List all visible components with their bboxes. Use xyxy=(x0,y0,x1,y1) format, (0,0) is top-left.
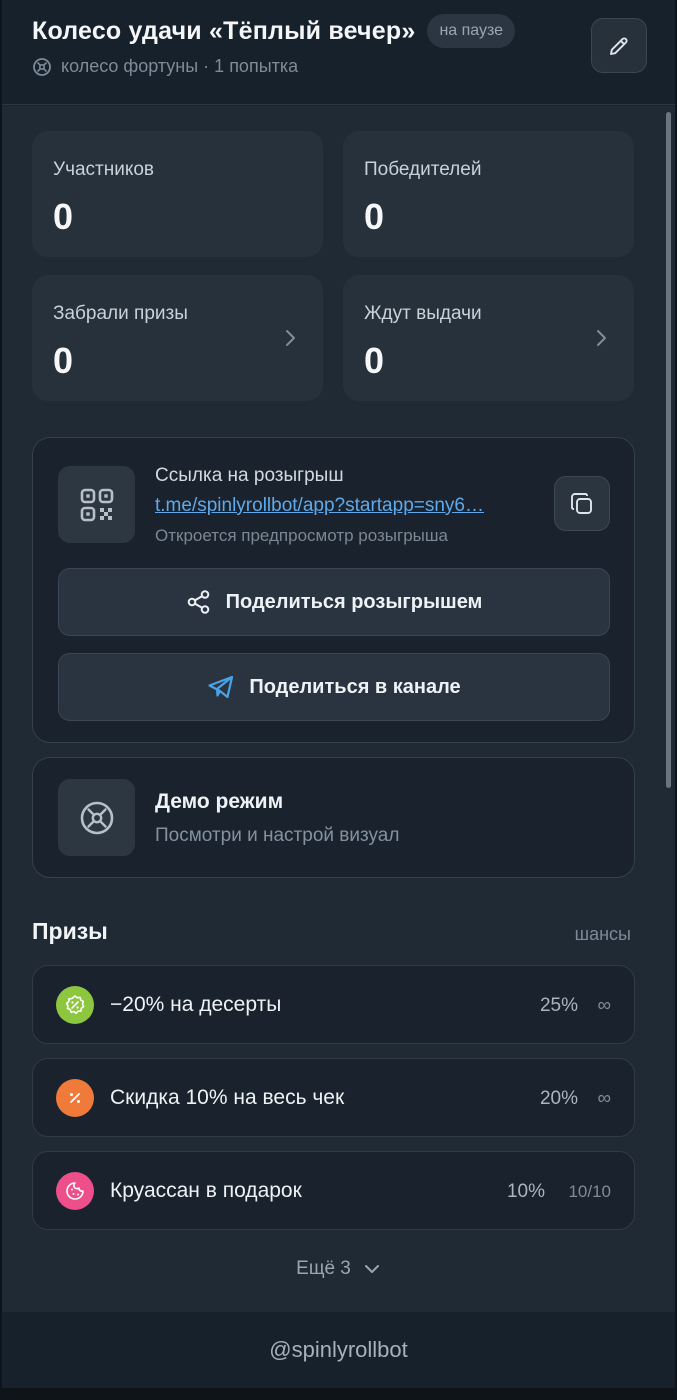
bot-handle[interactable]: @spinlyrollbot xyxy=(269,1337,408,1363)
stat-label: Участников xyxy=(53,159,155,180)
subtitle: колесо фортуны · 1 попытка xyxy=(32,56,298,77)
prize-chance: 25% xyxy=(539,995,578,1016)
chevron-right-icon xyxy=(592,327,612,349)
wheel-icon xyxy=(32,57,52,77)
prize-item[interactable]: −20% на десерты 25% ∞ xyxy=(32,965,635,1044)
share-in-channel-button[interactable]: Поделиться в канале xyxy=(58,653,610,721)
prize-limit: ∞ xyxy=(597,1088,611,1109)
qr-code-button[interactable] xyxy=(58,466,135,543)
scrollbar[interactable] xyxy=(666,112,671,788)
app-window: Колесо удачи «Тёплый вечер» на паузе кол… xyxy=(0,0,677,1400)
wheel-icon xyxy=(79,800,115,836)
share-icon xyxy=(186,589,212,615)
demo-icon-box xyxy=(58,779,135,856)
demo-mode-card[interactable]: Демо режим Посмотри и настрой визуал xyxy=(32,757,635,878)
stat-awaiting-delivery[interactable]: Ждут выдачи 0 xyxy=(343,275,634,401)
link-title: Ссылка на розыгрыш xyxy=(155,465,344,486)
subtitle-text: колесо фортуны · 1 попытка xyxy=(61,56,299,76)
chevron-right-icon xyxy=(281,327,301,349)
show-more-label: Ещё 3 xyxy=(296,1258,351,1279)
status-badge: на паузе xyxy=(427,14,516,48)
telegram-icon xyxy=(207,674,235,700)
stat-value: 0 xyxy=(53,340,74,381)
prize-name: −20% на десерты xyxy=(110,993,282,1016)
share-in-channel-label: Поделиться в канале xyxy=(249,675,461,698)
footer: @spinlyrollbot xyxy=(2,1312,675,1388)
share-giveaway-label: Поделиться розыгрышем xyxy=(225,590,483,613)
prize-chance: 10% xyxy=(506,1181,545,1202)
stat-claimed-prizes[interactable]: Забрали призы 0 xyxy=(32,275,323,401)
prize-limit: ∞ xyxy=(597,995,611,1016)
prize-item[interactable]: Круассан в подарок 10% 10/10 xyxy=(32,1151,635,1230)
stat-value: 0 xyxy=(364,196,385,237)
share-link-url[interactable]: t.me/spinlyrollbot/app?startapp=sny6… xyxy=(155,495,527,517)
qr-code-icon xyxy=(79,487,115,523)
stat-value: 0 xyxy=(364,340,385,381)
prize-name: Скидка 10% на весь чек xyxy=(110,1086,345,1109)
link-hint: Откроется предпросмотр розыгрыша xyxy=(155,526,448,545)
prize-name: Круассан в подарок xyxy=(110,1179,302,1202)
prize-chance: 20% xyxy=(539,1088,578,1109)
copy-icon xyxy=(569,491,595,517)
share-giveaway-button[interactable]: Поделиться розыгрышем xyxy=(58,568,610,636)
page-title: Колесо удачи «Тёплый вечер» xyxy=(32,16,416,45)
pencil-icon xyxy=(607,34,631,58)
chevron-down-icon xyxy=(363,1260,381,1278)
demo-subtitle: Посмотри и настрой визуал xyxy=(155,825,400,846)
stat-participants: Участников 0 xyxy=(32,131,323,257)
stat-label: Победителей xyxy=(364,159,482,180)
prize-limit: 10/10 xyxy=(568,1182,611,1201)
chances-label: шансы xyxy=(574,924,631,944)
percent-icon xyxy=(56,1079,94,1117)
bottom-strip xyxy=(2,1388,675,1400)
header: Колесо удачи «Тёплый вечер» на паузе кол… xyxy=(2,0,675,105)
edit-button[interactable] xyxy=(591,18,647,73)
show-more-button[interactable]: Ещё 3 xyxy=(2,1258,675,1280)
copy-link-button[interactable] xyxy=(554,476,610,531)
stat-winners: Победителей 0 xyxy=(343,131,634,257)
stat-label: Забрали призы xyxy=(53,303,188,324)
demo-title: Демо режим xyxy=(155,790,284,813)
discount-badge-icon xyxy=(56,986,94,1024)
title-row: Колесо удачи «Тёплый вечер» на паузе xyxy=(32,14,516,48)
prize-item[interactable]: Скидка 10% на весь чек 20% ∞ xyxy=(32,1058,635,1137)
stat-value: 0 xyxy=(53,196,74,237)
prizes-heading: Призы xyxy=(32,918,108,944)
share-link-card: Ссылка на розыгрыш t.me/spinlyrollbot/ap… xyxy=(32,437,635,743)
cookie-icon xyxy=(56,1172,94,1210)
stat-label: Ждут выдачи xyxy=(364,303,482,324)
